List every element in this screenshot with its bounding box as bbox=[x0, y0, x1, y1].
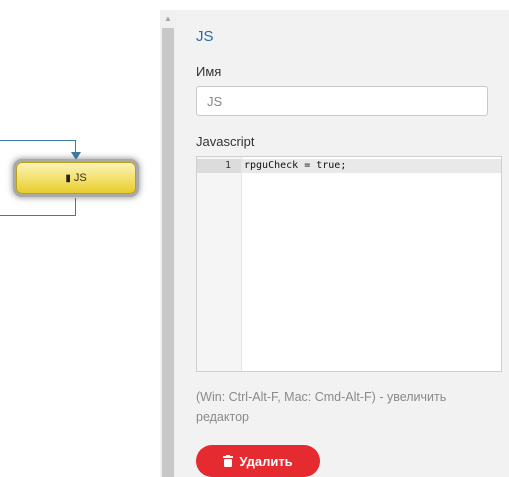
connector-arrow-icon bbox=[71, 152, 81, 160]
vertical-scrollbar[interactable]: ▲ bbox=[160, 10, 176, 477]
name-input[interactable] bbox=[196, 86, 488, 116]
scrollbar-thumb[interactable] bbox=[162, 28, 174, 477]
code-editor[interactable]: 1 rpguCheck = true; bbox=[196, 156, 502, 372]
connector-line bbox=[0, 215, 76, 216]
code-line[interactable]: rpguCheck = true; bbox=[244, 159, 346, 173]
active-line-highlight bbox=[197, 159, 501, 173]
line-number: 1 bbox=[224, 160, 231, 171]
flow-canvas[interactable]: ▮ JS bbox=[0, 0, 160, 477]
book-icon: ▮ bbox=[65, 172, 71, 184]
editor-gutter bbox=[197, 157, 242, 371]
trash-icon bbox=[223, 455, 234, 467]
node-label: JS bbox=[73, 172, 87, 184]
properties-panel: JS Имя Javascript 1 rpguCheck = true; (W… bbox=[176, 10, 509, 477]
scroll-up-arrow-icon[interactable]: ▲ bbox=[160, 10, 176, 26]
name-label: Имя bbox=[196, 64, 222, 79]
connector-line bbox=[0, 140, 76, 141]
delete-button[interactable]: Удалить bbox=[196, 445, 320, 477]
javascript-label: Javascript bbox=[196, 134, 255, 149]
panel-title: JS bbox=[196, 28, 214, 45]
connector-line bbox=[75, 198, 76, 215]
editor-hint: (Win: Ctrl-Alt-F, Mac: Cmd-Alt-F) - увел… bbox=[196, 390, 447, 424]
js-node[interactable]: ▮ JS bbox=[16, 162, 136, 194]
delete-label: Удалить bbox=[239, 453, 293, 469]
